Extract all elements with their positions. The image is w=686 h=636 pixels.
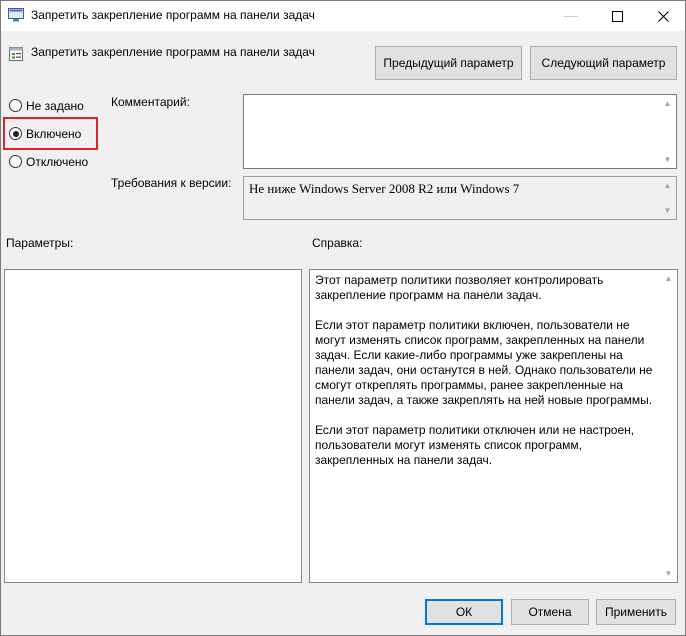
options-label: Параметры: [6, 236, 74, 250]
radio-disabled[interactable]: Отключено [9, 154, 88, 172]
window-title: Запретить закрепление программ на панели… [31, 8, 315, 22]
comment-textbox[interactable]: ▲ ▼ [243, 94, 677, 169]
supported-on-field: Не ниже Windows Server 2008 R2 или Windo… [243, 176, 677, 220]
previous-setting-button[interactable]: Предыдущий параметр [375, 46, 522, 80]
help-text: Этот параметр политики позволяет контрол… [315, 273, 657, 483]
next-setting-button[interactable]: Следующий параметр [530, 46, 677, 80]
help-paragraph: Если этот параметр политики отключен или… [315, 423, 635, 467]
policy-settings-icon [8, 46, 24, 62]
ok-button[interactable]: ОК [425, 599, 503, 625]
maximize-icon [611, 10, 623, 22]
help-paragraph: Этот параметр политики позволяет контрол… [315, 273, 604, 302]
minimize-button[interactable]: — [548, 0, 594, 31]
supported-on-label: Требования к версии: [111, 176, 232, 190]
scroll-up-icon[interactable]: ▲ [659, 95, 676, 112]
scroll-down-icon[interactable]: ▼ [660, 565, 677, 582]
comment-label: Комментарий: [111, 95, 190, 109]
scroll-up-icon[interactable]: ▲ [659, 177, 676, 194]
scroll-down-icon[interactable]: ▼ [659, 151, 676, 168]
selection-highlight-box [3, 117, 98, 150]
radio-not-configured-control[interactable] [9, 99, 22, 113]
radio-disabled-control[interactable] [9, 155, 22, 169]
options-panel [4, 269, 302, 583]
help-scrollbar[interactable]: ▲ ▼ [660, 270, 677, 582]
radio-not-configured-label: Не задано [26, 98, 84, 113]
help-label: Справка: [312, 236, 363, 250]
scroll-up-icon[interactable]: ▲ [660, 270, 677, 287]
help-paragraph: Если этот параметр политики включен, пол… [315, 318, 653, 407]
scroll-down-icon[interactable]: ▼ [659, 202, 676, 219]
maximize-button[interactable] [594, 0, 640, 31]
help-panel: Этот параметр политики позволяет контрол… [309, 269, 678, 583]
policy-window-icon [8, 8, 24, 22]
radio-disabled-label: Отключено [26, 154, 89, 169]
cancel-button[interactable]: Отмена [511, 599, 589, 625]
close-button[interactable] [640, 0, 686, 31]
apply-button[interactable]: Применить [596, 599, 676, 625]
supported-on-value: Не ниже Windows Server 2008 R2 или Windo… [249, 181, 520, 196]
supported-scrollbar[interactable]: ▲ ▼ [659, 177, 676, 219]
title-bar: Запретить закрепление программ на панели… [0, 0, 686, 31]
close-icon [657, 10, 669, 22]
radio-not-configured[interactable]: Не задано [9, 98, 84, 116]
comment-scrollbar[interactable]: ▲ ▼ [659, 95, 676, 168]
policy-name: Запретить закрепление программ на панели… [31, 45, 315, 59]
